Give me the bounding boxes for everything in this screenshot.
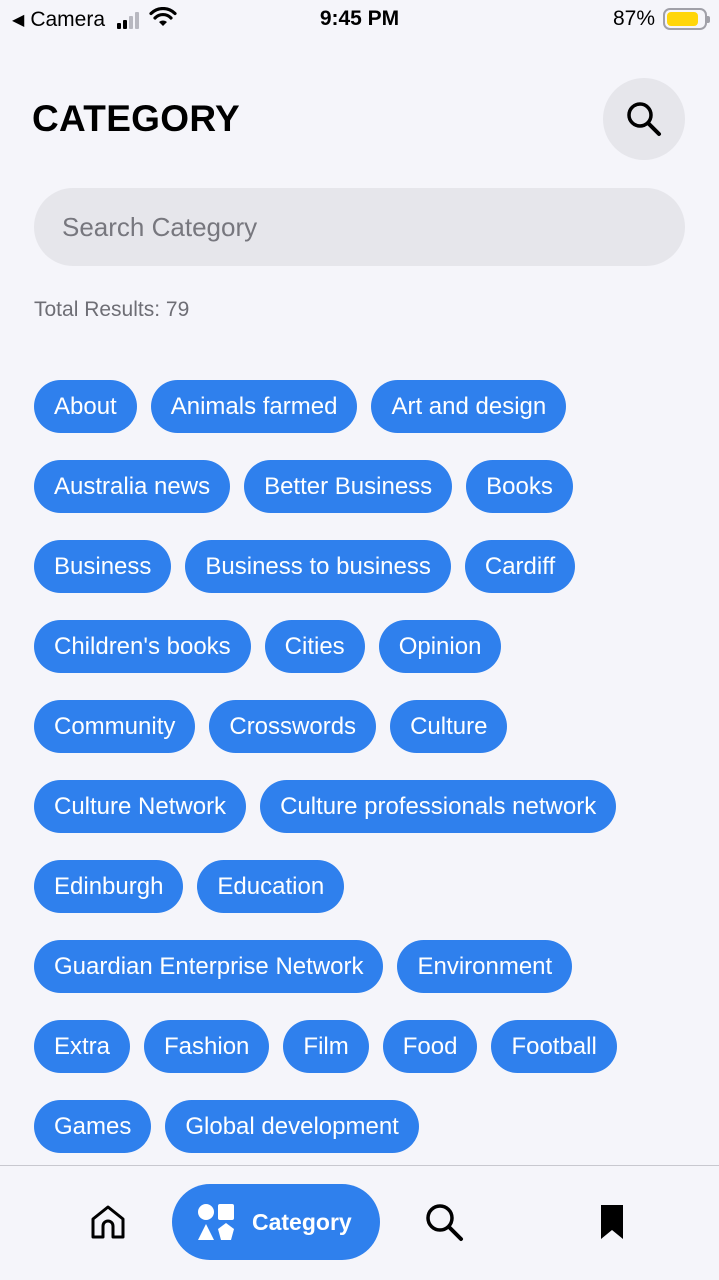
nav-bookmark-button[interactable] <box>598 1202 626 1242</box>
category-chip[interactable]: Extra <box>34 1020 131 1073</box>
home-icon <box>91 1205 125 1239</box>
search-category-input[interactable] <box>34 188 685 266</box>
page-title: CATEGORY <box>32 98 240 139</box>
status-bar: ◀ Camera 9:45 PM 87% <box>0 0 719 40</box>
category-chip[interactable]: Children's books <box>34 620 251 673</box>
category-chip[interactable]: Crosswords <box>209 700 377 753</box>
nav-search-button[interactable] <box>424 1202 464 1242</box>
category-chip[interactable]: Culture professionals network <box>260 780 617 833</box>
search-icon <box>627 102 661 136</box>
category-chip-list: About Animals farmed Art and design Austral… <box>34 380 674 1153</box>
bookmark-icon <box>601 1205 623 1239</box>
category-chip[interactable]: Film <box>283 1020 369 1073</box>
category-screen: ◀ Camera 9:45 PM 87% CATEGORY Search Cat… <box>0 0 719 1280</box>
nav-category-label: Category <box>252 1208 352 1235</box>
battery-status: 87% <box>612 7 710 31</box>
battery-level <box>667 12 699 26</box>
category-chip[interactable]: Fashion <box>144 1020 270 1073</box>
nav-home-button[interactable] <box>88 1202 128 1242</box>
category-chip[interactable]: Environment <box>397 940 573 993</box>
category-chip[interactable]: Books <box>466 460 573 513</box>
bottom-nav: Category <box>0 1165 719 1280</box>
category-chip[interactable]: Better Business <box>244 460 453 513</box>
nav-category-button[interactable]: Category <box>172 1184 380 1260</box>
category-chip[interactable]: Community <box>34 700 196 753</box>
category-chip[interactable]: Games <box>34 1100 152 1153</box>
category-chip[interactable]: Food <box>382 1020 478 1073</box>
clock: 9:45 PM <box>319 7 400 30</box>
battery-percent: 87% <box>612 7 655 30</box>
search-icon <box>426 1204 463 1241</box>
category-chip[interactable]: Australia news <box>34 460 231 513</box>
category-chip[interactable]: Art and design <box>371 380 567 433</box>
category-chip[interactable]: About <box>34 380 137 433</box>
category-chip[interactable]: Opinion <box>378 620 502 673</box>
total-results-count: Total Results: 79 <box>34 298 190 321</box>
shapes-icon <box>198 1204 234 1240</box>
category-chip[interactable]: Business to business <box>185 540 451 593</box>
category-chip[interactable]: Culture Network <box>34 780 247 833</box>
category-chip[interactable]: Business <box>34 540 172 593</box>
category-chip[interactable]: Culture <box>390 700 508 753</box>
category-chip[interactable]: Education <box>197 860 345 913</box>
category-chip[interactable]: Global development <box>165 1100 419 1153</box>
category-chip[interactable]: Cities <box>264 620 365 673</box>
category-chip[interactable]: Edinburgh <box>34 860 184 913</box>
category-chip[interactable]: Cardiff <box>464 540 576 593</box>
header-search-button[interactable] <box>603 78 685 160</box>
category-chip[interactable]: Football <box>491 1020 617 1073</box>
category-chip[interactable]: Guardian Enterprise Network <box>34 940 384 993</box>
battery-icon <box>663 8 710 30</box>
category-chip[interactable]: Animals farmed <box>150 380 358 433</box>
